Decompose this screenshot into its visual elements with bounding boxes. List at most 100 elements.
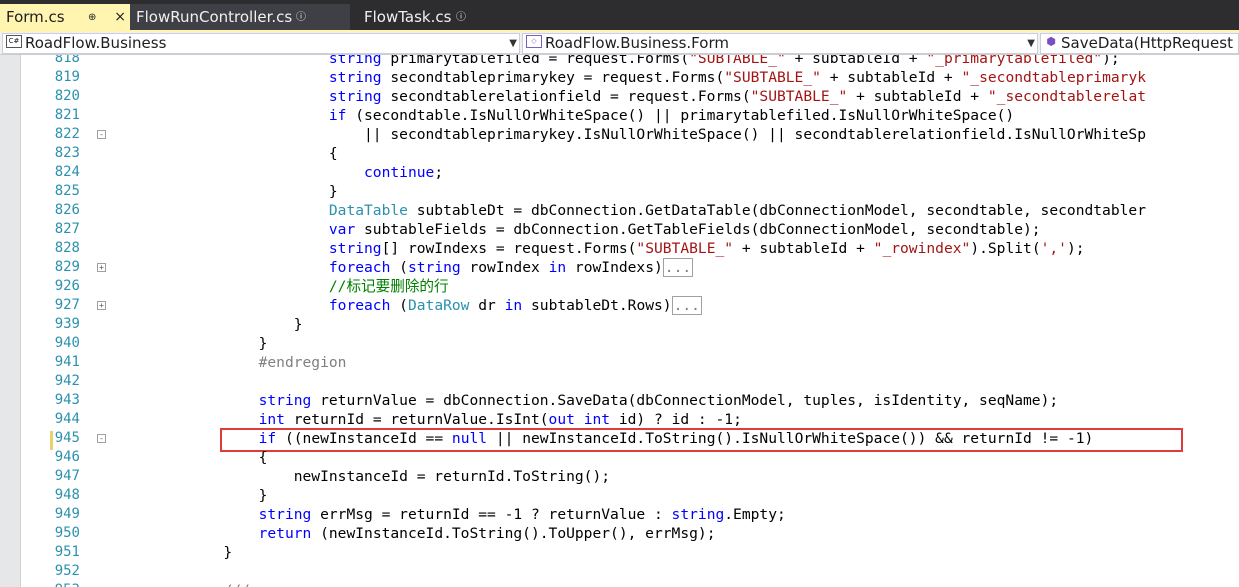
tab-flowtask-cs[interactable]: FlowTask.cs ⓘ <box>350 4 515 30</box>
code-token: } <box>118 316 303 333</box>
code-text: continue; <box>118 163 443 182</box>
code-token: //标记要删除的行 <box>328 278 449 295</box>
code-text: if ((newInstanceId == null || newInstanc… <box>118 429 1094 448</box>
code-token: int <box>258 411 285 428</box>
code-text: string secondtablerelationfield = reques… <box>118 87 1146 106</box>
member-name: SaveData(HttpRequest r <box>1061 34 1239 52</box>
code-line[interactable]: 942 <box>0 372 1239 391</box>
line-number: 944 <box>54 411 80 427</box>
project-name: RoadFlow.Business <box>25 34 167 52</box>
member-dropdown[interactable]: ⬢ SaveData(HttpRequest r <box>1040 33 1239 54</box>
line-number: 946 <box>54 449 80 465</box>
close-tab-icon[interactable]: × <box>114 4 126 30</box>
chevron-down-icon[interactable]: ▼ <box>509 34 517 53</box>
code-line[interactable]: 952 <box>0 562 1239 581</box>
code-line[interactable]: 926 //标记要删除的行 <box>0 277 1239 296</box>
code-token: foreach <box>328 259 391 276</box>
tab-form-cs[interactable]: Form.cs ⊕ × <box>0 4 130 30</box>
code-line[interactable]: 825 } <box>0 182 1239 201</box>
code-token: string <box>671 506 725 523</box>
code-token: (newInstanceId.ToString().ToUpper(), err… <box>311 525 716 542</box>
code-line[interactable]: 948 } <box>0 486 1239 505</box>
collapsed-region-indicator[interactable]: ... <box>671 296 702 315</box>
code-line[interactable]: 950 return (newInstanceId.ToString().ToU… <box>0 524 1239 543</box>
code-token: string <box>328 69 382 86</box>
code-line[interactable]: 943 string returnValue = dbConnection.Sa… <box>0 391 1239 410</box>
navigation-bar: C# RoadFlow.Business ▼ ◇ RoadFlow.Business… <box>0 32 1239 55</box>
code-token: "SUBTABLE_" <box>724 69 821 86</box>
code-token: subtableFields = dbConnection.GetTableFi… <box>355 221 1041 238</box>
code-line[interactable]: 939 } <box>0 315 1239 334</box>
code-line[interactable]: 824 continue; <box>0 163 1239 182</box>
code-line[interactable]: 927 + foreach (DataRow dr in subtableDt.R… <box>0 296 1239 315</box>
collapse-outline-icon[interactable]: - <box>97 434 106 443</box>
code-line[interactable]: 945 - if ((newInstanceId == null || newIn… <box>0 429 1239 448</box>
code-line[interactable]: 822 - || secondtableprimarykey.IsNullOrWh… <box>0 125 1239 144</box>
code-line[interactable]: 828 string[] rowIndexs = request.Forms("… <box>0 239 1239 258</box>
type-name: RoadFlow.Business.Form <box>545 34 729 52</box>
code-text: /// <box>118 581 249 587</box>
tab-title: FlowRunController.cs <box>136 8 293 26</box>
code-line[interactable]: 820 string secondtablerelationfield = re… <box>0 87 1239 106</box>
expand-outline-icon[interactable]: + <box>97 301 106 310</box>
code-line[interactable]: 947 newInstanceId = returnId.ToString(); <box>0 467 1239 486</box>
code-text: DataTable subtableDt = dbConnection.GetD… <box>118 201 1146 220</box>
code-token: "SUBTABLE_" <box>636 240 734 257</box>
pin-icon[interactable]: ⊕ <box>88 5 96 31</box>
code-line[interactable]: 944 int returnId = returnValue.IsInt(out… <box>0 410 1239 429</box>
line-number: 941 <box>54 354 80 370</box>
line-number: 819 <box>54 69 80 85</box>
tab-flowruncontroller-cs[interactable]: FlowRunController.cs ⓘ <box>130 4 350 30</box>
code-text: string primarytablefiled = request.Forms… <box>118 55 1120 68</box>
code-editor[interactable]: 818 string primarytablefiled = request.F… <box>0 55 1239 587</box>
line-number: 927 <box>54 297 80 313</box>
code-token: ( <box>390 297 408 314</box>
code-token: dr <box>469 297 505 314</box>
preview-pin-icon[interactable]: ⓘ <box>296 5 306 31</box>
code-token: DataRow <box>407 297 470 314</box>
line-number: 820 <box>54 88 80 104</box>
code-token: { <box>118 449 268 466</box>
code-token: rowIndex <box>460 259 549 276</box>
code-line[interactable]: 951 } <box>0 543 1239 562</box>
code-line[interactable]: 827 var subtableFields = dbConnection.Ge… <box>0 220 1239 239</box>
line-number: 827 <box>54 221 80 237</box>
code-line[interactable]: 946 { <box>0 448 1239 467</box>
collapsed-region-indicator[interactable]: ... <box>662 258 694 277</box>
code-text: { <box>118 448 268 467</box>
code-line[interactable]: 949 string errMsg = returnId == -1 ? ret… <box>0 505 1239 524</box>
chevron-down-icon[interactable]: ▼ <box>1027 34 1035 53</box>
code-line[interactable]: 953 /// <box>0 581 1239 587</box>
code-line[interactable]: 823 { <box>0 144 1239 163</box>
code-line[interactable]: 940 } <box>0 334 1239 353</box>
code-text: { <box>118 144 338 163</box>
code-text: return (newInstanceId.ToString().ToUpper… <box>118 524 716 543</box>
project-dropdown[interactable]: C# RoadFlow.Business ▼ <box>2 33 520 54</box>
expand-outline-icon[interactable]: + <box>97 263 106 272</box>
code-token: null <box>451 430 488 447</box>
code-text: newInstanceId = returnId.ToString(); <box>118 467 610 486</box>
preview-pin-icon[interactable]: ⓘ <box>456 5 466 31</box>
code-token: || newInstanceId.ToString().IsNullOrWhit… <box>487 430 1094 447</box>
code-token: ); <box>1066 240 1085 257</box>
code-line[interactable]: 821 if (secondtable.IsNullOrWhiteSpace()… <box>0 106 1239 125</box>
code-token: ).Split( <box>970 240 1041 257</box>
type-dropdown[interactable]: ◇ RoadFlow.Business.Form ▼ <box>522 33 1038 54</box>
code-token: #endregion <box>258 354 347 371</box>
code-line[interactable]: 819 string secondtableprimarykey = reque… <box>0 68 1239 87</box>
code-token: string <box>407 259 461 276</box>
code-token: return <box>258 525 312 542</box>
code-text: if (secondtable.IsNullOrWhiteSpace() || … <box>118 106 1014 125</box>
code-line[interactable]: 826 DataTable subtableDt = dbConnection.… <box>0 201 1239 220</box>
code-line[interactable]: 818 string primarytablefiled = request.F… <box>0 55 1239 68</box>
collapse-outline-icon[interactable]: - <box>97 130 106 139</box>
code-line[interactable]: 941 #endregion <box>0 353 1239 372</box>
code-text: int returnId = returnValue.IsInt(out int… <box>118 410 742 429</box>
code-token: ); <box>1102 55 1120 67</box>
code-token: var <box>328 221 356 238</box>
code-line[interactable]: 829 + foreach (string rowIndex in rowInde… <box>0 258 1239 277</box>
